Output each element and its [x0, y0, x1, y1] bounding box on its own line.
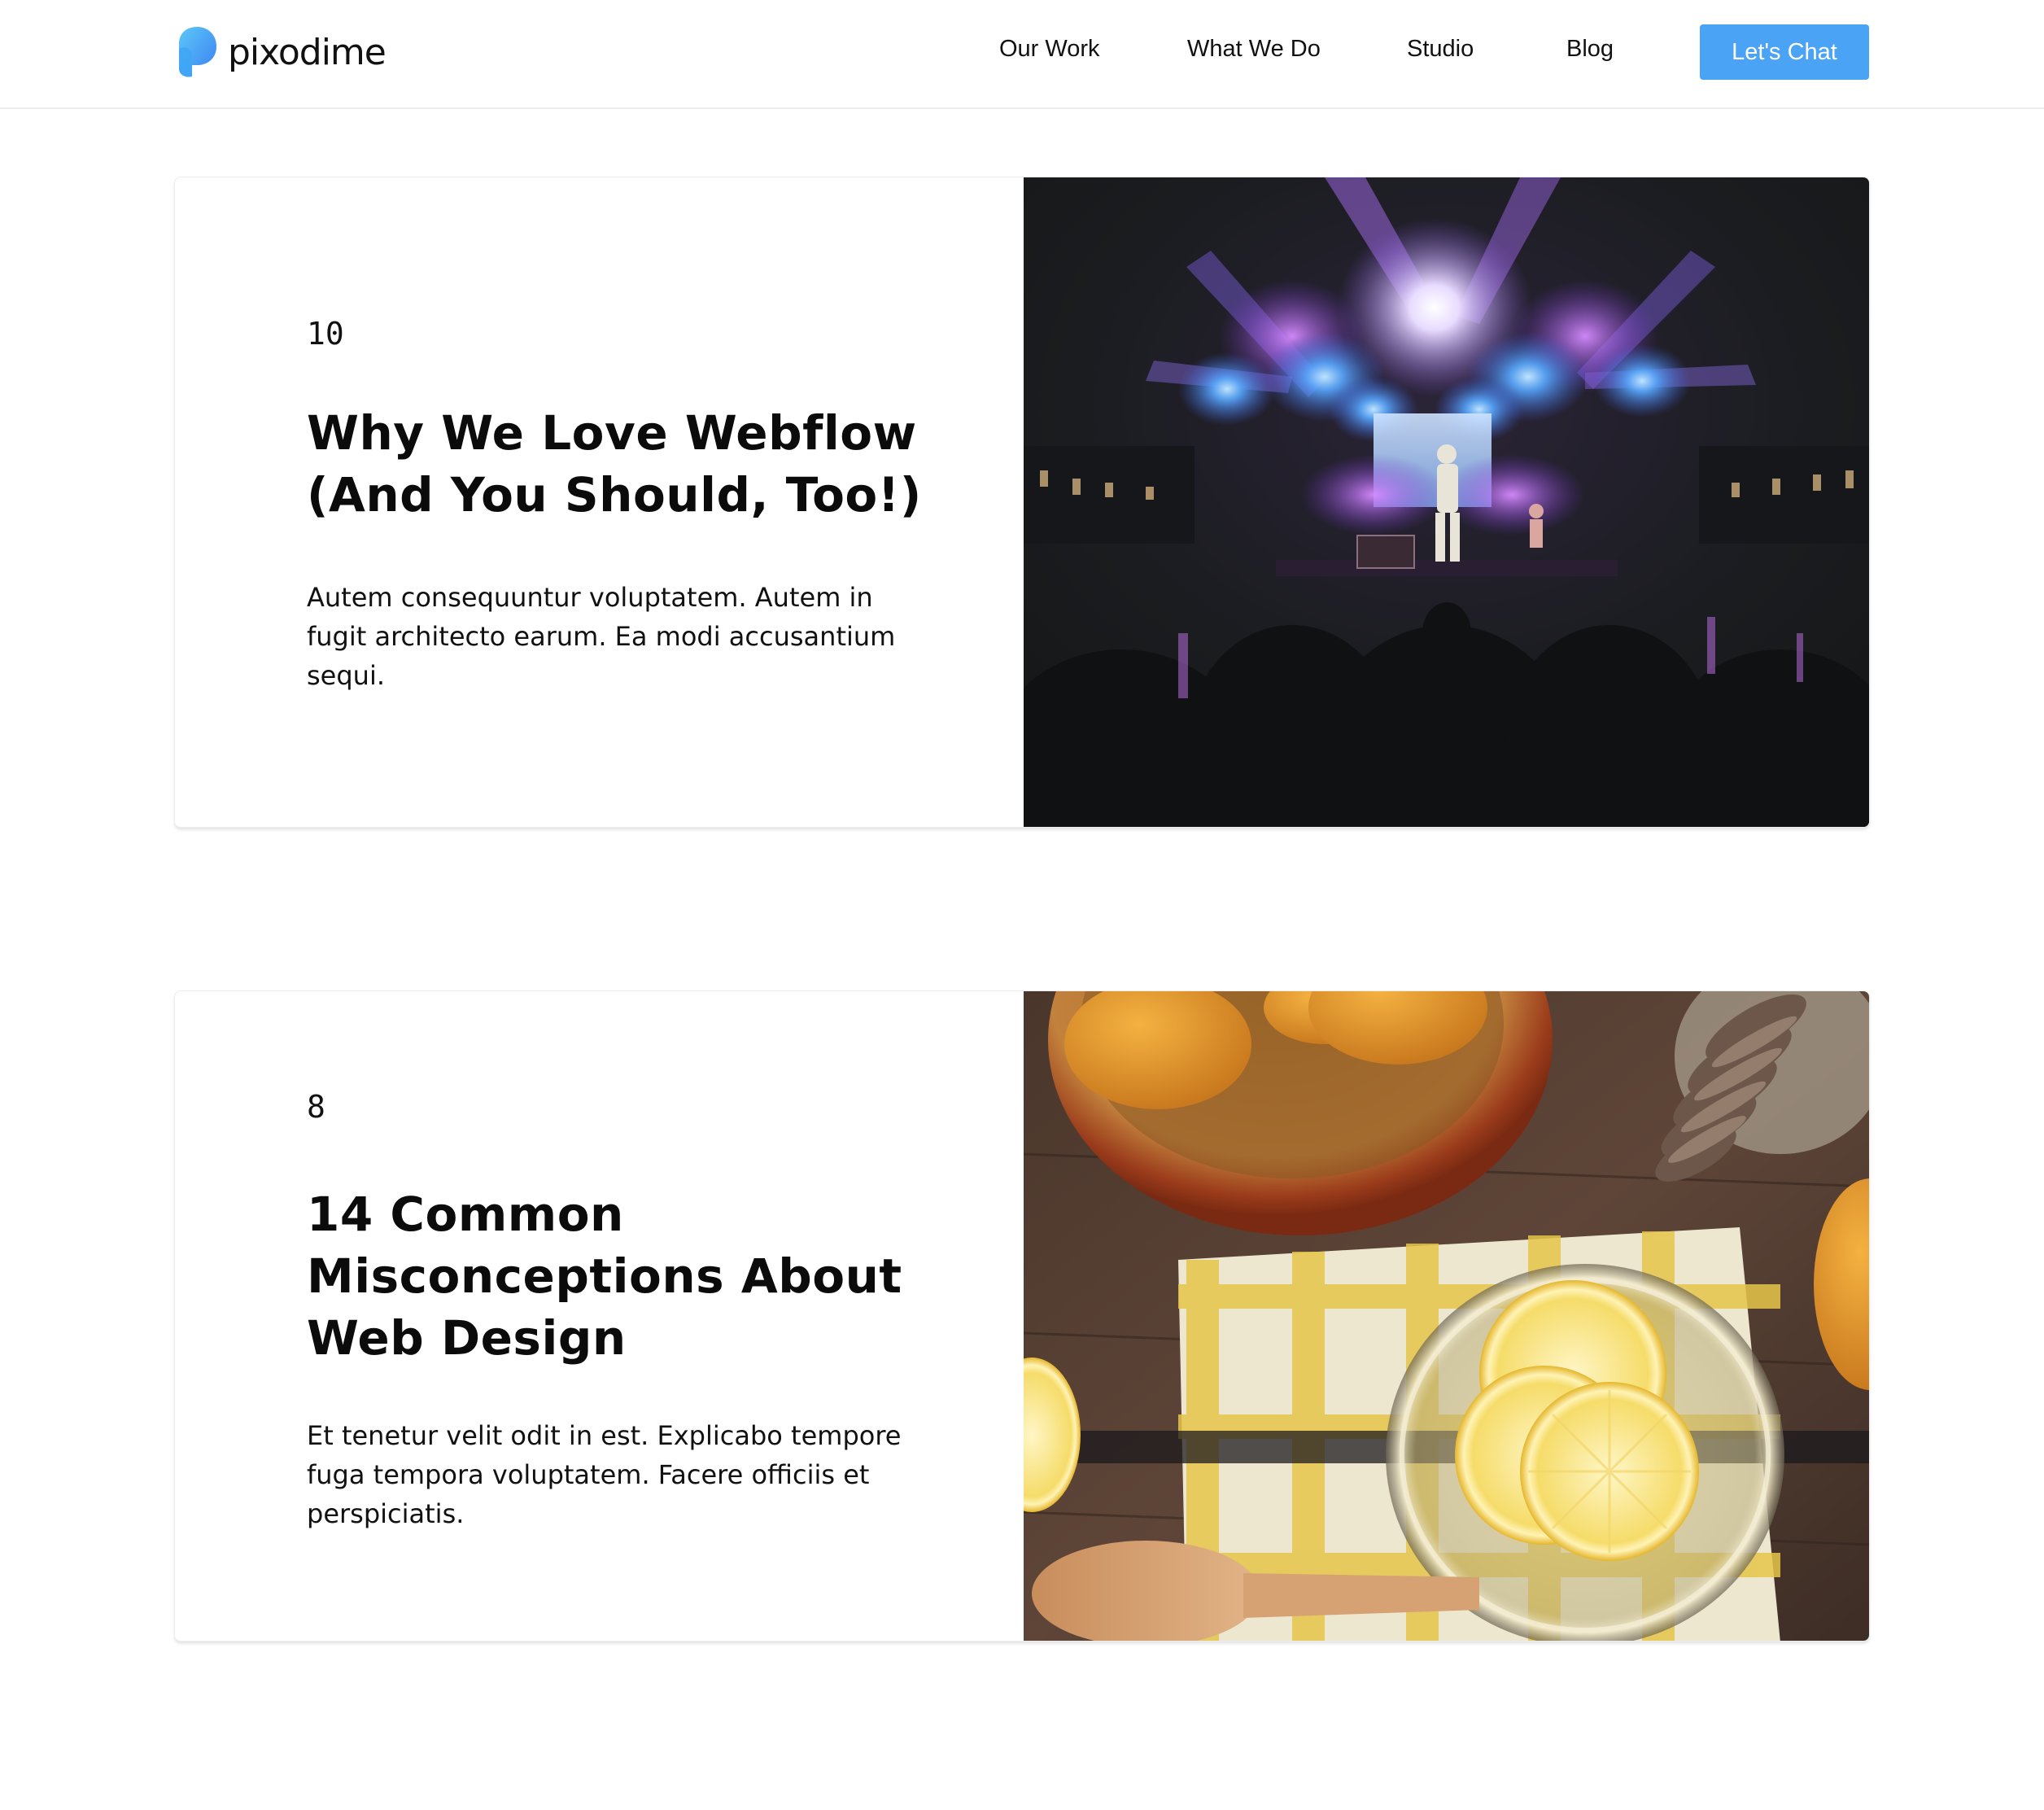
top-navbar: pixodime Our Work What We Do Studio Blog…	[0, 0, 2044, 109]
brand-logo-link[interactable]: pixodime	[174, 24, 387, 80]
post-excerpt: Autem consequuntur voluptatem. Autem in …	[307, 582, 896, 691]
nav-link-studio[interactable]: Studio	[1407, 33, 1474, 65]
blog-post-card[interactable]: 8 14 Common Misconceptions About Web Des…	[174, 990, 1870, 1642]
blog-post-card[interactable]: 10 Why We Love Webflow (And You Should, …	[174, 177, 1870, 828]
post-text-panel: 8 14 Common Misconceptions About Web Des…	[175, 991, 1024, 1641]
nav-link-what-we-do[interactable]: What We Do	[1187, 33, 1321, 65]
post-excerpt: Et tenetur velit odit in est. Explicabo …	[307, 1420, 902, 1529]
brand-name: pixodime	[228, 31, 387, 73]
post-number: 10	[307, 316, 344, 352]
post-title[interactable]: Why We Love Webflow (And You Should, Too…	[307, 402, 925, 526]
post-text-panel: 10 Why We Love Webflow (And You Should, …	[175, 177, 1024, 827]
concert-stage-image	[1024, 177, 1869, 827]
lemon-tea-image	[1024, 991, 1869, 1641]
nav-link-blog[interactable]: Blog	[1566, 33, 1614, 65]
nav-link-our-work[interactable]: Our Work	[999, 33, 1100, 65]
post-title[interactable]: 14 Common Misconceptions About Web Desig…	[307, 1183, 925, 1369]
post-number: 8	[307, 1089, 325, 1125]
page: pixodime Our Work What We Do Studio Blog…	[0, 0, 2044, 1810]
lets-chat-button[interactable]: Let's Chat	[1700, 24, 1869, 80]
pixodime-logo-icon	[179, 27, 216, 77]
